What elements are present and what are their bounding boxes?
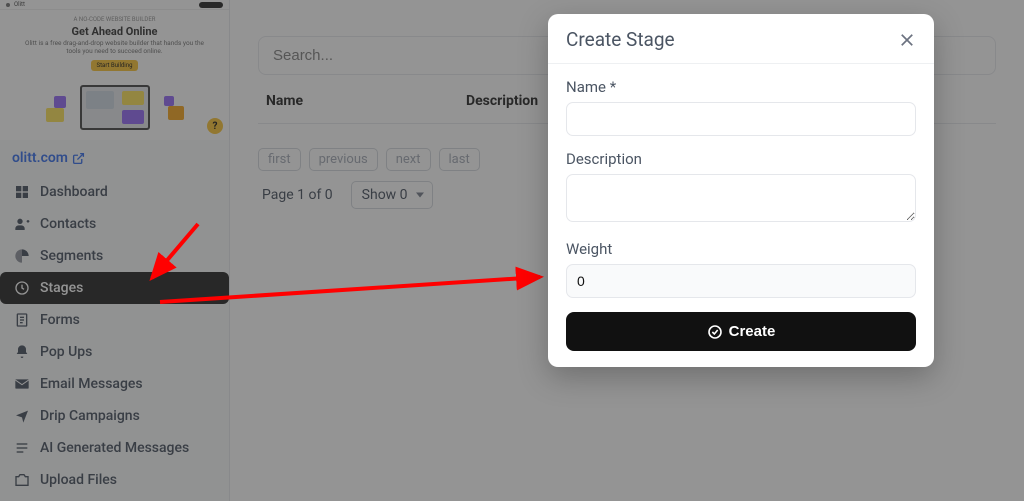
description-label: Description — [566, 150, 916, 168]
preview-illustration — [40, 75, 190, 130]
column-name: Name — [266, 93, 386, 109]
sidebar-item-contacts[interactable]: Contacts — [0, 208, 229, 240]
sidebar-item-forms[interactable]: Forms — [0, 304, 229, 336]
sidebar-item-label: Email Messages — [40, 376, 143, 392]
sidebar-item-dashboard[interactable]: Dashboard — [0, 176, 229, 208]
modal-title: Create Stage — [566, 28, 675, 51]
preview-eyebrow: A NO-CODE WEBSITE BUILDER — [74, 16, 156, 23]
sidebar-item-label: Drip Campaigns — [40, 408, 140, 424]
check-circle-icon — [707, 324, 723, 340]
pager-last[interactable]: last — [439, 148, 480, 171]
dashboard-icon — [14, 184, 30, 200]
contacts-icon — [14, 216, 30, 232]
nav-list: Dashboard Contacts Segments Stages Forms… — [0, 176, 229, 496]
weight-label: Weight — [566, 240, 916, 258]
help-badge-icon[interactable]: ? — [207, 118, 223, 134]
sidebar-item-drip[interactable]: Drip Campaigns — [0, 400, 229, 432]
stages-icon — [14, 280, 30, 296]
pager-first[interactable]: first — [258, 148, 301, 171]
sidebar: Olitt A NO-CODE WEBSITE BUILDER Get Ahea… — [0, 0, 230, 501]
sidebar-item-label: Pop Ups — [40, 344, 92, 360]
create-button[interactable]: Create — [566, 312, 916, 351]
sidebar-item-label: Dashboard — [40, 184, 108, 200]
preview-title: Get Ahead Online — [72, 25, 158, 38]
sidebar-item-stages[interactable]: Stages — [0, 272, 229, 304]
create-stage-modal: Create Stage Name * Description Weight C… — [548, 14, 934, 367]
sidebar-item-label: Contacts — [40, 216, 96, 232]
name-field[interactable] — [566, 102, 916, 136]
sidebar-item-email[interactable]: Email Messages — [0, 368, 229, 400]
ai-icon — [14, 440, 30, 456]
page-size-select[interactable]: Show 0 — [351, 181, 433, 209]
upload-icon — [14, 472, 30, 488]
site-link-text: olitt.com — [12, 150, 68, 166]
site-preview: Olitt A NO-CODE WEBSITE BUILDER Get Ahea… — [0, 0, 229, 140]
page-info: Page 1 of 0 — [262, 187, 333, 203]
site-link[interactable]: olitt.com — [0, 146, 229, 176]
sidebar-item-label: AI Generated Messages — [40, 440, 189, 456]
sidebar-item-popups[interactable]: Pop Ups — [0, 336, 229, 368]
email-icon — [14, 376, 30, 392]
sidebar-item-ai[interactable]: AI Generated Messages — [0, 432, 229, 464]
external-link-icon — [72, 152, 85, 165]
name-label: Name * — [566, 78, 916, 96]
close-icon[interactable] — [898, 31, 916, 49]
pager-next[interactable]: next — [386, 148, 431, 171]
create-button-label: Create — [729, 323, 776, 340]
sidebar-item-label: Segments — [40, 248, 103, 264]
description-field[interactable] — [566, 174, 916, 222]
sidebar-item-upload[interactable]: Upload Files — [0, 464, 229, 496]
sidebar-item-label: Forms — [40, 312, 80, 328]
preview-cta: Start Building — [91, 60, 139, 71]
preview-subtitle: Olitt is a free drag-and-drop website bu… — [0, 40, 229, 56]
sidebar-item-label: Stages — [40, 280, 83, 296]
drip-icon — [14, 408, 30, 424]
forms-icon — [14, 312, 30, 328]
popups-icon — [14, 344, 30, 360]
column-description: Description — [466, 93, 538, 109]
pager-previous[interactable]: previous — [309, 148, 378, 171]
sidebar-item-segments[interactable]: Segments — [0, 240, 229, 272]
segments-icon — [14, 248, 30, 264]
sidebar-item-label: Upload Files — [40, 472, 117, 488]
weight-field[interactable] — [566, 264, 916, 298]
